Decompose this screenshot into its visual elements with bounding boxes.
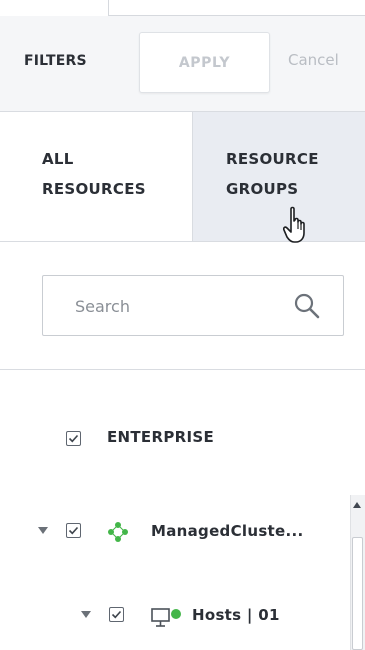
tab-all-resources-label: ALL RESOURCES <box>42 144 182 204</box>
host-monitor-icon <box>151 608 181 627</box>
tab-resource-groups-line2: GROUPS <box>226 180 299 198</box>
tree-item-hosts[interactable]: Hosts | 01 <box>192 606 280 624</box>
scroll-up-arrow-icon[interactable] <box>353 502 361 508</box>
enterprise-checkbox[interactable] <box>66 431 81 446</box>
search-icon[interactable] <box>293 292 321 320</box>
check-icon <box>111 610 122 619</box>
scrollbar-thumb[interactable] <box>352 537 363 650</box>
tab-resource-groups-label: RESOURCE GROUPS <box>226 144 356 204</box>
hosts-checkbox[interactable] <box>109 607 124 622</box>
cancel-link[interactable]: Cancel <box>288 51 339 69</box>
tree-item-managed-cluster[interactable]: ManagedCluste... <box>151 522 304 540</box>
section-divider <box>0 369 365 370</box>
tab-all-resources-line2: RESOURCES <box>42 180 146 198</box>
filters-title: FILTERS <box>24 53 87 69</box>
chevron-down-icon[interactable] <box>38 527 48 534</box>
tab-all-resources-line1: ALL <box>42 150 74 168</box>
tab-resource-groups[interactable]: RESOURCE GROUPS <box>192 112 365 242</box>
chevron-down-icon[interactable] <box>81 611 91 618</box>
check-icon <box>68 526 79 535</box>
check-icon <box>68 434 79 443</box>
tree-item-enterprise[interactable]: ENTERPRISE <box>107 428 214 446</box>
tab-edge <box>108 0 109 16</box>
cluster-checkbox[interactable] <box>66 523 81 538</box>
tab-all-resources[interactable]: ALL RESOURCES <box>0 112 192 242</box>
hand-pointer-icon <box>283 206 305 243</box>
apply-button[interactable]: APPLY <box>139 32 270 93</box>
search-box <box>42 275 344 336</box>
cluster-icon <box>108 522 128 542</box>
search-input[interactable] <box>75 294 275 318</box>
top-tab-strip <box>0 0 365 16</box>
tab-resource-groups-line1: RESOURCE <box>226 150 319 168</box>
